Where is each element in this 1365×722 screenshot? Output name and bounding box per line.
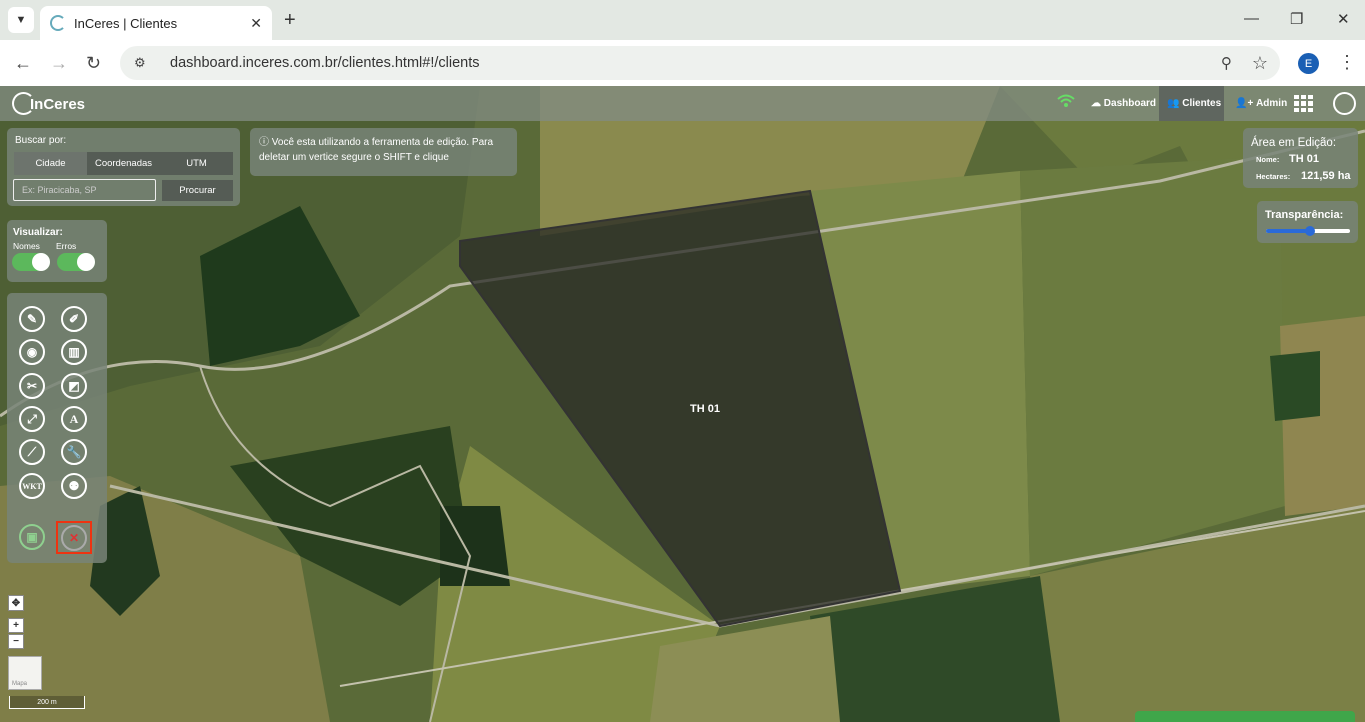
- search-panel: Buscar por: Cidade Coordenadas UTM Procu…: [7, 128, 240, 206]
- browser-toolbar: ← → ↻ ⚙ dashboard.inceres.com.br/cliente…: [0, 40, 1365, 86]
- connection-wifi-icon: [1057, 94, 1075, 107]
- reload-icon[interactable]: ↻: [86, 53, 101, 74]
- status-bar: [1135, 711, 1355, 722]
- tab-utm[interactable]: UTM: [160, 152, 233, 175]
- zoom-out-button[interactable]: −: [8, 634, 24, 649]
- edit-tool-tooltip: ⓘ Você esta utilizando a ferramenta de e…: [250, 128, 517, 176]
- nav-admin[interactable]: 👤+ Admin: [1227, 86, 1295, 121]
- tab-title: InCeres | Clientes: [74, 15, 178, 31]
- address-bar[interactable]: ⚙ dashboard.inceres.com.br/clientes.html…: [120, 46, 1280, 80]
- nomes-toggle[interactable]: [12, 253, 50, 271]
- zoom-icon[interactable]: ⚲: [1221, 54, 1232, 72]
- hectares-label: Hectares:: [1256, 172, 1291, 181]
- favicon-icon: [50, 15, 66, 31]
- area-info-panel: Área em Edição: Nome: TH 01 Hectares: 12…: [1243, 128, 1358, 188]
- city-search-input[interactable]: [13, 179, 156, 201]
- back-icon[interactable]: ←: [14, 53, 32, 74]
- save-icon[interactable]: ▣: [19, 524, 45, 550]
- users-icon: 👥: [1167, 98, 1183, 109]
- new-tab-icon[interactable]: +: [284, 9, 296, 32]
- edit-tools-panel: ✎ ✐ ◉ ▥ ✂ ◩ ⤢ A ⟋ 🔧 WKT ⚉ ▣ ✕: [7, 293, 107, 563]
- transparency-fill: [1266, 229, 1310, 233]
- visualizar-panel: Visualizar: Nomes Erros: [7, 220, 107, 282]
- app-viewport: InCeres ☁ Dashboard 👥 Clientes 👤+ Admin …: [0, 86, 1365, 722]
- transparency-knob[interactable]: [1304, 226, 1315, 236]
- edit-icon[interactable]: ✐: [61, 306, 87, 332]
- profile-avatar[interactable]: E: [1298, 53, 1319, 74]
- nav-clientes[interactable]: 👥 Clientes: [1159, 86, 1224, 121]
- area-title: Área em Edição:: [1251, 137, 1337, 149]
- browser-tab-strip: ▼ InCeres | Clientes ✕ + — ❐ ✕: [0, 0, 1365, 40]
- text-label-icon[interactable]: A: [61, 406, 87, 432]
- zoom-in-button[interactable]: +: [8, 618, 24, 633]
- nome-label: Nome:: [1256, 155, 1280, 164]
- close-tab-icon[interactable]: ✕: [250, 15, 262, 32]
- bucket-icon[interactable]: ◉: [19, 339, 45, 365]
- ruler-icon[interactable]: ⟋: [19, 439, 45, 465]
- nav-admin-label: Admin: [1256, 98, 1288, 109]
- tab-cidade[interactable]: Cidade: [14, 152, 87, 175]
- restore-icon[interactable]: ❐: [1290, 10, 1303, 28]
- transparency-panel: Transparência:: [1257, 201, 1358, 243]
- tab-search-button[interactable]: ▼: [8, 7, 34, 33]
- search-mode-tabs: Cidade Coordenadas UTM: [14, 152, 233, 175]
- tooltip-text: ⓘ Você esta utilizando a ferramenta de e…: [259, 137, 494, 163]
- dashboard-icon: ☁: [1091, 98, 1104, 109]
- trash-icon[interactable]: ▥: [61, 339, 87, 365]
- tab-coordenadas[interactable]: Coordenadas: [87, 152, 160, 175]
- pencil-icon[interactable]: ✎: [19, 306, 45, 332]
- admin-icon: 👤+: [1235, 98, 1257, 109]
- cancel-icon[interactable]: ✕: [61, 525, 87, 551]
- close-window-icon[interactable]: ✕: [1337, 10, 1350, 28]
- hectares-value: 121,59 ha: [1301, 170, 1351, 182]
- erros-toggle[interactable]: [57, 253, 95, 271]
- wrench-icon[interactable]: 🔧: [61, 439, 87, 465]
- app-header: InCeres ☁ Dashboard 👥 Clientes 👤+ Admin: [0, 86, 1365, 121]
- nav-clientes-label: Clientes: [1182, 98, 1222, 109]
- forward-icon[interactable]: →: [50, 53, 68, 74]
- browser-menu-icon[interactable]: ⋮: [1338, 52, 1356, 73]
- url-text[interactable]: dashboard.inceres.com.br/clientes.html#!…: [170, 55, 1221, 71]
- transparency-slider[interactable]: [1266, 226, 1350, 236]
- merge-icon[interactable]: ⚉: [61, 473, 87, 499]
- reshape-icon[interactable]: ◩: [61, 373, 87, 399]
- cut-icon[interactable]: ✂: [19, 373, 45, 399]
- search-label: Buscar por:: [15, 135, 67, 146]
- minimize-icon[interactable]: —: [1244, 10, 1259, 27]
- transparency-label: Transparência:: [1265, 209, 1344, 221]
- visualizar-title: Visualizar:: [13, 227, 63, 238]
- scale-bar: 200 m: [9, 696, 85, 709]
- wkt-icon[interactable]: WKT: [19, 473, 45, 499]
- erros-label: Erros: [56, 241, 77, 251]
- basemap-switcher[interactable]: Mapa: [8, 656, 42, 690]
- pan-control-icon[interactable]: ✥: [8, 595, 24, 611]
- logo-text: InCeres: [30, 96, 86, 113]
- basemap-label: Mapa: [12, 681, 28, 687]
- nav-dashboard[interactable]: ☁ Dashboard: [1083, 86, 1164, 121]
- apps-grid-icon[interactable]: [1294, 95, 1315, 112]
- cancel-highlight: ✕: [56, 521, 92, 554]
- user-account-icon[interactable]: [1333, 92, 1356, 115]
- nav-dashboard-label: Dashboard: [1103, 98, 1157, 109]
- procurar-button[interactable]: Procurar: [162, 180, 233, 201]
- browser-tab[interactable]: InCeres | Clientes ✕: [40, 6, 272, 40]
- site-info-icon[interactable]: ⚙: [134, 55, 150, 71]
- nome-value: TH 01: [1289, 153, 1319, 165]
- nomes-label: Nomes: [13, 241, 40, 251]
- field-name-label[interactable]: TH 01: [690, 403, 720, 415]
- bookmark-star-icon[interactable]: ☆: [1252, 53, 1268, 74]
- expand-icon[interactable]: ⤢: [19, 406, 45, 432]
